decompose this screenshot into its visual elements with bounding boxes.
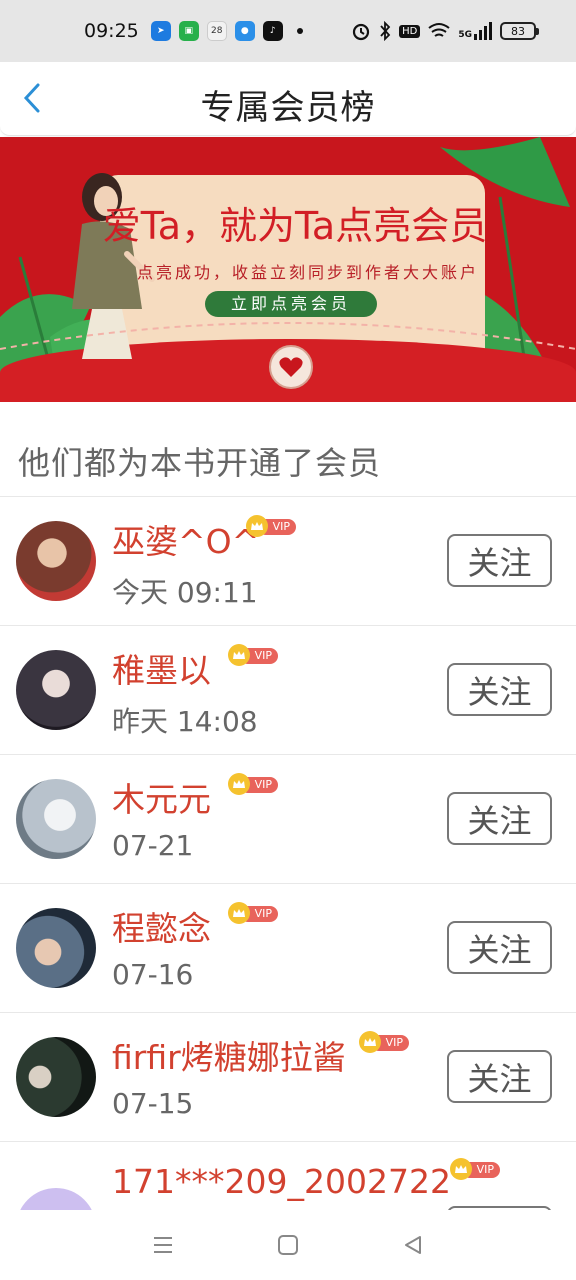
promo-banner[interactable]: 爱Ta，就为Ta点亮会员 点亮成功，收益立刻同步到作者大大账户 立即点亮会员 bbox=[0, 137, 576, 402]
heart-seal-icon bbox=[269, 345, 313, 389]
app-icon-green: ▣ bbox=[178, 21, 199, 41]
vip-badge: VIP bbox=[228, 773, 278, 795]
battery-icon: 83 bbox=[500, 22, 539, 40]
member-time: 07-16 bbox=[112, 958, 194, 991]
vip-badge: VIP bbox=[228, 644, 278, 666]
bluetooth-icon bbox=[380, 21, 391, 41]
crown-icon bbox=[228, 644, 250, 666]
menu-icon bbox=[153, 1237, 172, 1253]
triangle-back-icon bbox=[405, 1236, 422, 1254]
avatar[interactable] bbox=[16, 779, 96, 859]
avatar[interactable] bbox=[16, 908, 96, 988]
member-row[interactable]: 巫婆^O^ VIP 今天 09:11 关注 bbox=[0, 497, 576, 626]
avatar[interactable] bbox=[16, 1188, 96, 1210]
member-name[interactable]: 稚墨以 bbox=[112, 644, 211, 692]
crown-icon bbox=[228, 902, 250, 924]
avatar[interactable] bbox=[16, 650, 96, 730]
banner-subtitle: 点亮成功，收益立刻同步到作者大大账户 bbox=[136, 263, 479, 282]
hd-icon: HD bbox=[399, 24, 421, 38]
avatar[interactable] bbox=[16, 1037, 96, 1117]
section-title: 他们都为本书开通了会员 bbox=[18, 444, 382, 482]
page-title: 专属会员榜 bbox=[200, 88, 376, 128]
menu-nav-button[interactable] bbox=[143, 1225, 183, 1265]
member-list[interactable]: 巫婆^O^ VIP 今天 09:11 关注 稚墨以 VIP 昨天 14:08 关… bbox=[0, 497, 576, 1210]
member-row[interactable]: 稚墨以 VIP 昨天 14:08 关注 bbox=[0, 626, 576, 755]
status-time: 09:25 bbox=[84, 20, 139, 42]
alarm-icon bbox=[353, 23, 370, 41]
vip-badge: VIP bbox=[246, 515, 296, 537]
light-up-member-button[interactable]: 立即点亮会员 bbox=[205, 291, 377, 317]
battery-level: 83 bbox=[511, 24, 525, 38]
crown-icon bbox=[359, 1031, 381, 1053]
home-nav-button[interactable] bbox=[268, 1225, 308, 1265]
crown-icon bbox=[228, 773, 250, 795]
status-right: HD 5G 83 bbox=[351, 21, 539, 41]
member-name[interactable]: 木元元 bbox=[112, 773, 211, 821]
member-name[interactable]: 171***209_2002722 bbox=[112, 1162, 451, 1201]
member-row[interactable]: 程懿念 VIP 07-16 关注 bbox=[0, 884, 576, 1013]
notification-dot bbox=[296, 28, 303, 34]
crown-icon bbox=[246, 515, 268, 537]
member-row[interactable]: 171***209_2002722 VIP 关注 bbox=[0, 1142, 576, 1210]
member-row[interactable]: 木元元 VIP 07-21 关注 bbox=[0, 755, 576, 884]
member-row[interactable]: firfir烤糖娜拉酱 VIP 07-15 关注 bbox=[0, 1013, 576, 1142]
app-icon-blue: ➤ bbox=[150, 21, 171, 41]
network-label: 5G bbox=[458, 30, 472, 40]
app-icon-circle: ● bbox=[234, 21, 255, 41]
tiktok-icon: ♪ bbox=[262, 21, 283, 41]
member-name[interactable]: firfir烤糖娜拉酱 bbox=[112, 1031, 346, 1079]
follow-button[interactable]: 关注 bbox=[447, 921, 552, 974]
vip-badge: VIP bbox=[228, 902, 278, 924]
status-bar: 09:25 ➤ ▣ 28 ● ♪ HD 5G 83 bbox=[0, 0, 576, 62]
vip-badge: VIP bbox=[359, 1031, 409, 1053]
square-icon bbox=[277, 1235, 298, 1255]
banner-headline: 爱Ta，就为Ta点亮会员 bbox=[102, 204, 488, 248]
follow-button[interactable]: 关注 bbox=[447, 1050, 552, 1103]
member-name[interactable]: 程懿念 bbox=[112, 902, 211, 950]
member-time: 07-15 bbox=[112, 1087, 194, 1120]
follow-button[interactable]: 关注 bbox=[447, 663, 552, 716]
member-name[interactable]: 巫婆^O^ bbox=[112, 515, 259, 563]
calendar-icon: 28 bbox=[206, 21, 227, 41]
signal-icon: 5G bbox=[458, 22, 492, 40]
follow-button[interactable]: 关注 bbox=[447, 792, 552, 845]
member-time: 今天 09:11 bbox=[112, 576, 258, 609]
member-time: 07-21 bbox=[112, 829, 194, 862]
crown-icon bbox=[450, 1158, 472, 1180]
member-time: 昨天 14:08 bbox=[112, 705, 258, 738]
avatar[interactable] bbox=[16, 521, 96, 601]
wifi-icon bbox=[428, 23, 450, 37]
back-nav-button[interactable] bbox=[393, 1225, 433, 1265]
vip-badge: VIP bbox=[450, 1158, 500, 1180]
header-bar: 专属会员榜 bbox=[0, 62, 576, 136]
system-nav-bar bbox=[0, 1210, 576, 1280]
follow-button[interactable]: 关注 bbox=[447, 534, 552, 587]
